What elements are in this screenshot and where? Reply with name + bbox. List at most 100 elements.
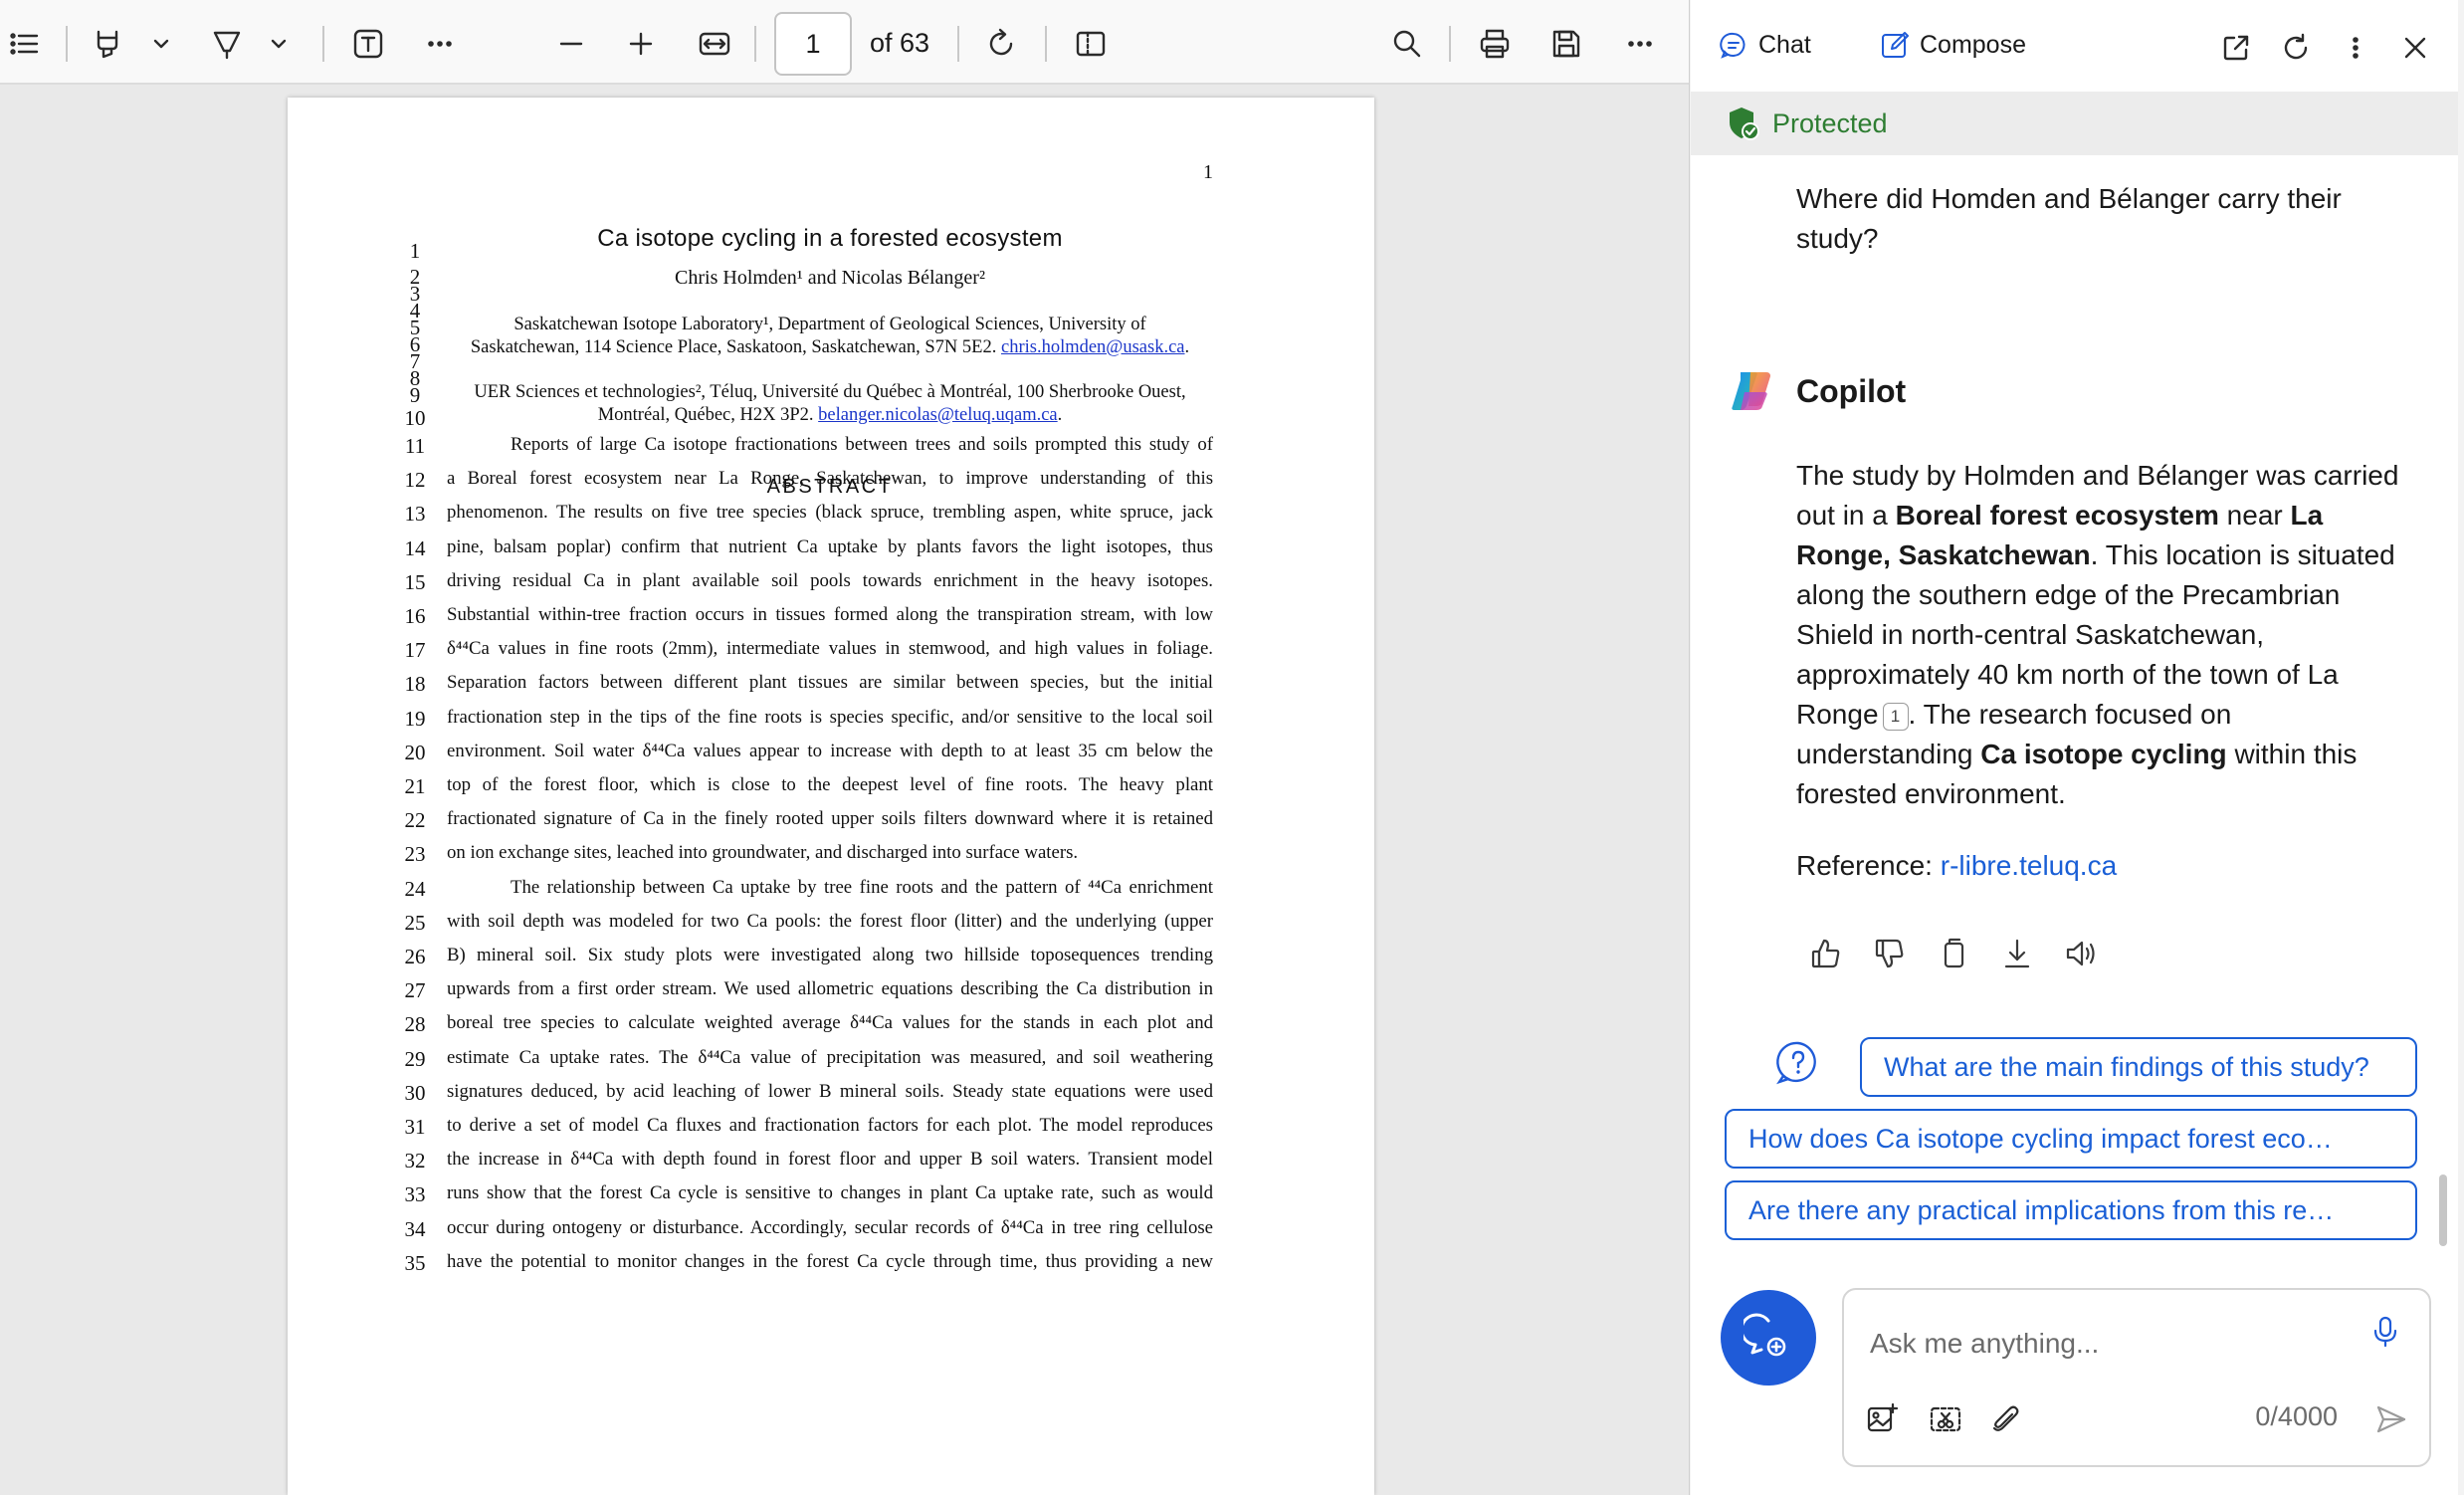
- refresh-icon[interactable]: [2276, 28, 2316, 68]
- line-number: 17: [404, 638, 426, 663]
- line-number: 30: [404, 1080, 426, 1105]
- more-vertical-icon[interactable]: [2336, 28, 2375, 68]
- attach-icon[interactable]: [1985, 1399, 2025, 1439]
- more-options-icon[interactable]: [1618, 22, 1662, 66]
- abstract-line: with soil depth was modeled for two Ca p…: [447, 910, 1213, 932]
- line-number: 34: [404, 1216, 426, 1241]
- suggestion-chip[interactable]: Are there any practical implications fro…: [1725, 1180, 2417, 1240]
- pdf-page: 1 Ca isotope cycling in a forested ecosy…: [288, 98, 1374, 1495]
- contents-icon[interactable]: [2, 22, 46, 66]
- tab-compose[interactable]: Compose: [1880, 30, 2026, 60]
- line-number: 25: [404, 910, 426, 935]
- thumbs-up-icon[interactable]: [1808, 936, 1844, 971]
- new-chat-icon: [1744, 1313, 1786, 1357]
- toolbar-separator: [754, 26, 756, 62]
- citation-badge[interactable]: 1: [1882, 702, 1909, 731]
- abstract-line: B) mineral soil. Six study plots were in…: [447, 945, 1213, 965]
- affiliation-1-period: .: [1184, 337, 1190, 357]
- scrollbar-thumb[interactable]: [2439, 1175, 2447, 1246]
- chat-icon: [1720, 32, 1745, 59]
- protected-banner: Protected: [1691, 92, 2458, 155]
- more-tools-icon[interactable]: [418, 22, 462, 66]
- document-authors: Chris Holmden¹ and Nicolas Bélanger²: [675, 267, 985, 289]
- open-in-new-window-icon[interactable]: [2216, 28, 2256, 68]
- print-icon[interactable]: [1473, 22, 1517, 66]
- draw-icon[interactable]: [205, 22, 249, 66]
- affiliation-1-line-2: Saskatchewan, 114 Science Place, Saskato…: [447, 337, 1213, 358]
- fit-width-icon[interactable]: [693, 22, 736, 66]
- affiliation-2-email-link[interactable]: belanger.nicolas@teluq.uqam.ca: [818, 405, 1058, 425]
- abstract-line: driving residual Ca in plant available s…: [447, 569, 1213, 591]
- copilot-panel: Chat Compose Protected Where did Homden …: [1690, 0, 2464, 1495]
- pdf-toolbar: of 63: [0, 0, 1689, 85]
- answer-text: near: [2218, 500, 2291, 531]
- document-title: Ca isotope cycling in a forested ecosyst…: [597, 225, 1063, 252]
- screenshot-icon[interactable]: [1926, 1399, 1965, 1439]
- suggestion-chip[interactable]: What are the main findings of this study…: [1860, 1037, 2417, 1097]
- abstract-line: Substantial within-tree fraction occurs …: [447, 604, 1213, 625]
- text-icon[interactable]: [346, 22, 390, 66]
- line-number: 35: [404, 1250, 426, 1275]
- affiliation-1-email-link[interactable]: chris.holmden@usask.ca: [1001, 337, 1185, 357]
- zoom-in-icon[interactable]: [619, 22, 663, 66]
- answer-bold-text: Boreal forest ecosystem: [1895, 500, 2219, 531]
- assistant-name: Copilot: [1796, 372, 1907, 409]
- line-number: 29: [404, 1046, 426, 1071]
- tab-chat-label: Chat: [1758, 30, 1811, 59]
- reference-line: Reference: r-libre.teluq.ca: [1796, 850, 2117, 882]
- zoom-out-icon[interactable]: [549, 22, 593, 66]
- toolbar-separator: [1045, 26, 1047, 62]
- affiliation-2-period: .: [1057, 405, 1063, 425]
- abstract-line: Separation factors between different pla…: [447, 672, 1213, 694]
- highlight-dropdown-chevron-icon[interactable]: [139, 22, 183, 66]
- copilot-header: Chat Compose: [1691, 0, 2458, 92]
- line-number: 1: [409, 239, 421, 263]
- abstract-line: fractionation step in the tips of the fi…: [447, 706, 1213, 728]
- highlight-icon[interactable]: [86, 22, 129, 66]
- line-number: 19: [404, 706, 426, 731]
- new-chat-button[interactable]: [1721, 1290, 1816, 1386]
- toolbar-separator: [1449, 26, 1451, 62]
- read-aloud-icon[interactable]: [2063, 936, 2099, 971]
- search-icon[interactable]: [1385, 22, 1429, 66]
- abstract-line: runs show that the forest Ca cycle is se…: [447, 1182, 1213, 1204]
- draw-dropdown-chevron-icon[interactable]: [257, 22, 301, 66]
- tab-chat[interactable]: Chat: [1719, 30, 1811, 60]
- abstract-line: environment. Soil water δ⁴⁴Ca values app…: [447, 740, 1213, 761]
- abstract-line: occur during ontogeny or disturbance. Ac…: [447, 1216, 1213, 1238]
- line-number: 33: [404, 1182, 426, 1207]
- copy-icon[interactable]: [1936, 936, 1971, 971]
- line-number: 32: [404, 1149, 426, 1174]
- add-image-icon[interactable]: [1862, 1399, 1902, 1439]
- abstract-line: signatures deduced, by acid leaching of …: [447, 1080, 1213, 1102]
- abstract-line: fractionated signature of Ca in the fine…: [447, 808, 1213, 830]
- line-number: 26: [404, 945, 426, 968]
- ask-input[interactable]: [1870, 1320, 2348, 1368]
- line-number: 16: [404, 604, 426, 628]
- download-icon[interactable]: [1999, 936, 2035, 971]
- page-number-input[interactable]: [774, 12, 852, 76]
- close-icon[interactable]: [2395, 28, 2435, 68]
- protected-label: Protected: [1772, 107, 1888, 138]
- suggestion-chip[interactable]: How does Ca isotope cycling impact fores…: [1725, 1109, 2417, 1169]
- abstract-line: pine, balsam poplar) confirm that nutrie…: [447, 535, 1213, 557]
- thumbs-down-icon[interactable]: [1872, 936, 1908, 971]
- rotate-icon[interactable]: [979, 22, 1023, 66]
- line-number: 28: [404, 1012, 426, 1037]
- reference-link[interactable]: r-libre.teluq.ca: [1941, 850, 2117, 881]
- answer-bold-text: Ca isotope cycling: [1980, 739, 2227, 769]
- abstract-line: top of the forest floor, which is close …: [447, 774, 1213, 795]
- affiliation-1-text: Saskatchewan, 114 Science Place, Saskato…: [470, 337, 1001, 357]
- microphone-icon[interactable]: [2365, 1312, 2405, 1352]
- line-number: 23: [404, 842, 426, 867]
- abstract-line: estimate Ca uptake rates. The δ⁴⁴Ca valu…: [447, 1046, 1213, 1068]
- affiliation-2-text: Montréal, Québec, H2X 3P2.: [597, 405, 819, 425]
- send-icon[interactable]: [2371, 1399, 2411, 1439]
- line-number: 14: [404, 535, 426, 560]
- line-number: 22: [404, 808, 426, 833]
- page-view-icon[interactable]: [1069, 22, 1113, 66]
- save-icon[interactable]: [1544, 22, 1588, 66]
- affiliation-2-line-2: Montréal, Québec, H2X 3P2. belanger.nico…: [447, 405, 1213, 426]
- line-number: 9: [409, 383, 421, 407]
- abstract-line: to derive a set of model Ca fluxes and f…: [447, 1115, 1213, 1136]
